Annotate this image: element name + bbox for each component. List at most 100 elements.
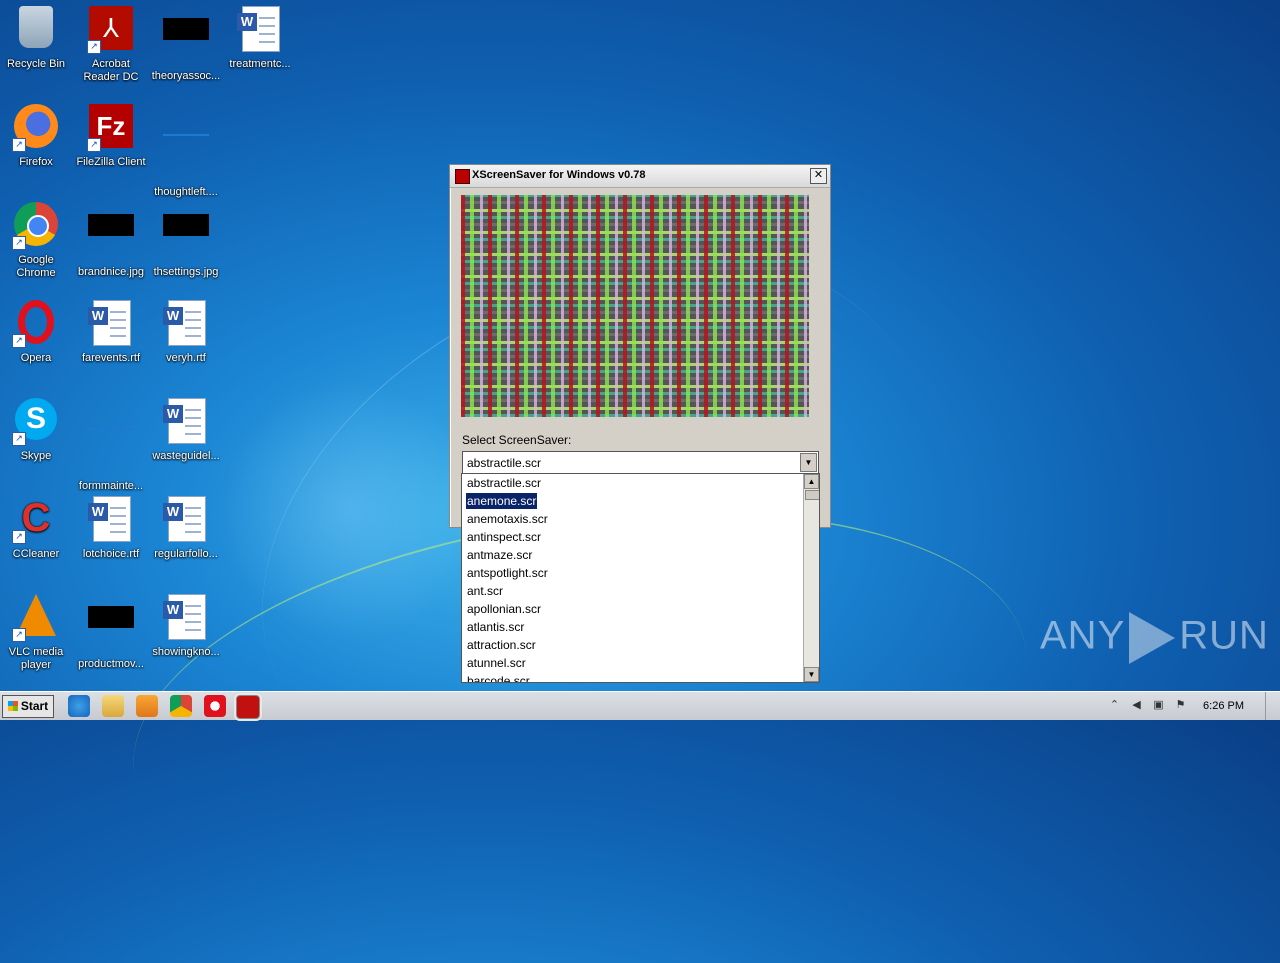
desktop-icon-firefox[interactable]: ↗ Firefox xyxy=(0,104,72,169)
desktop-icon-label: Firefox xyxy=(19,156,53,168)
desktop-icon-veryh[interactable]: W veryh.rtf xyxy=(150,300,222,365)
chevron-down-icon[interactable]: ▼ xyxy=(800,453,817,472)
desktop-icon-treatmentc[interactable]: W treatmentc... xyxy=(224,6,296,71)
desktop-icon-lotchoice[interactable]: W lotchoice.rtf xyxy=(75,496,147,561)
desktop-icon-label: Recycle Bin xyxy=(6,58,66,70)
desktop-icon-label: formmainte... xyxy=(78,480,144,492)
desktop-icon-recycle-bin[interactable]: Recycle Bin xyxy=(0,6,72,71)
desktop-icon-acrobat[interactable]: ⅄ ↗ Acrobat Reader DC xyxy=(75,6,147,84)
desktop-icon-formmainte[interactable]: formmainte... xyxy=(75,398,147,493)
desktop-icon-filezilla[interactable]: Fz ↗ FileZilla Client xyxy=(75,104,147,169)
desktop-icon-wasteguidel[interactable]: W wasteguidel... xyxy=(150,398,222,463)
app-icon xyxy=(455,169,470,184)
list-item[interactable]: antinspect.scr xyxy=(462,528,819,546)
desktop-icon-label: FileZilla Client xyxy=(76,156,146,168)
skype-icon: S ↗ xyxy=(12,398,60,446)
desktop-icon-label: lotchoice.rtf xyxy=(82,548,140,560)
list-item[interactable]: antmaze.scr xyxy=(462,546,819,564)
play-logo-icon xyxy=(1129,612,1176,664)
desktop-icon-label: farevents.rtf xyxy=(81,352,141,364)
close-button[interactable]: ✕ xyxy=(810,168,827,184)
action-center-flag-icon[interactable]: ⚑ xyxy=(1174,699,1187,712)
desktop-icon-brandnice[interactable]: brandnice.jpg xyxy=(75,202,147,279)
file-explorer-icon[interactable] xyxy=(102,695,124,717)
desktop-icon-theoryassoc[interactable]: theoryassoc... xyxy=(150,6,222,83)
windows-logo-icon xyxy=(7,701,18,711)
desktop-icon-label: veryh.rtf xyxy=(166,352,206,364)
clock[interactable]: 6:26 PM xyxy=(1203,700,1244,712)
word-document-icon: W xyxy=(162,398,210,446)
list-item[interactable]: anemotaxis.scr xyxy=(462,510,819,528)
desktop-icon-ccleaner[interactable]: C ↗ CCleaner xyxy=(0,496,72,561)
desktop-icon-thoughtleft[interactable]: thoughtleft.... xyxy=(150,104,222,199)
desktop-icon-farevents[interactable]: W farevents.rtf xyxy=(75,300,147,365)
volume-icon[interactable]: ◀ xyxy=(1130,699,1143,712)
select-screensaver-label: Select ScreenSaver: xyxy=(462,433,572,447)
anyrun-watermark: ANY RUN xyxy=(1040,612,1269,664)
desktop-icon-skype[interactable]: S ↗ Skype xyxy=(0,398,72,463)
desktop-icon-vlc[interactable]: ↗ VLC media player xyxy=(0,594,72,672)
desktop-icon-label: productmov... xyxy=(78,658,144,670)
xscreensaver-taskbar-icon[interactable] xyxy=(236,695,260,719)
list-item[interactable]: atunnel.scr xyxy=(462,654,819,672)
list-item[interactable]: apollonian.scr xyxy=(462,600,819,618)
desktop-icon-opera[interactable]: ↗ Opera xyxy=(0,300,72,365)
list-item-highlighted[interactable]: anemone.scr xyxy=(462,492,819,510)
list-item[interactable]: atlantis.scr xyxy=(462,618,819,636)
word-document-icon: W xyxy=(162,496,210,544)
image-thumbnail-icon xyxy=(87,214,135,262)
title-bar[interactable]: XScreenSaver for Windows v0.78 ✕ xyxy=(450,165,830,188)
desktop-icon-label: Skype xyxy=(20,450,52,462)
filezilla-icon: Fz ↗ xyxy=(87,104,135,152)
internet-explorer-icon[interactable] xyxy=(68,695,90,717)
vertical-scrollbar[interactable]: ▲ ▼ xyxy=(803,474,819,682)
screensaver-select-value: abstractile.scr xyxy=(467,456,542,470)
network-icon[interactable]: ▣ xyxy=(1152,699,1165,712)
desktop-icon-productmov[interactable]: productmov... xyxy=(75,594,147,671)
image-thumbnail-icon xyxy=(162,214,210,262)
wallpaper-glow xyxy=(220,380,480,640)
word-document-icon: W xyxy=(87,496,135,544)
window-title: XScreenSaver for Windows v0.78 xyxy=(472,169,646,181)
desktop-icon-label: brandnice.jpg xyxy=(77,266,145,278)
file-icon xyxy=(162,134,210,182)
screensaver-preview xyxy=(461,195,809,417)
firefox-icon: ↗ xyxy=(12,104,60,152)
list-item[interactable]: abstractile.scr xyxy=(462,474,819,492)
desktop-icon-label: VLC media player xyxy=(8,646,64,671)
word-document-icon: W xyxy=(236,6,284,54)
desktop-icon-regularfollo[interactable]: W regularfollo... xyxy=(150,496,222,561)
media-player-icon[interactable] xyxy=(136,695,158,717)
show-desktop-button[interactable] xyxy=(1265,692,1280,720)
screensaver-select[interactable]: abstractile.scr ▼ xyxy=(462,451,819,474)
vlc-icon: ↗ xyxy=(12,594,60,642)
screensaver-dropdown-list[interactable]: abstractile.scr anemone.scr anemotaxis.s… xyxy=(461,473,820,683)
image-thumbnail-icon xyxy=(87,606,135,654)
list-item[interactable]: antspotlight.scr xyxy=(462,564,819,582)
list-item[interactable]: barcode.scr xyxy=(462,672,819,682)
scroll-down-button[interactable]: ▼ xyxy=(804,667,819,682)
list-item[interactable]: ant.scr xyxy=(462,582,819,600)
word-document-icon: W xyxy=(87,300,135,348)
desktop-icon-label: CCleaner xyxy=(12,548,60,560)
desktop-icon-label: treatmentc... xyxy=(229,58,291,70)
desktop-icon-label: showingkno... xyxy=(152,646,220,658)
start-button[interactable]: Start xyxy=(2,695,54,718)
desktop-icon-showingkno[interactable]: W showingkno... xyxy=(150,594,222,659)
opera-taskbar-icon[interactable] xyxy=(204,695,226,717)
acrobat-icon: ⅄ ↗ xyxy=(87,6,135,54)
system-tray: ⌃ ◀ ▣ ⚑ 6:26 PM xyxy=(1104,692,1280,720)
word-document-icon: W xyxy=(162,594,210,642)
list-item[interactable]: attraction.scr xyxy=(462,636,819,654)
word-document-icon: W xyxy=(162,300,210,348)
image-thumbnail-icon xyxy=(162,18,210,66)
opera-icon: ↗ xyxy=(12,300,60,348)
desktop-icon-thsettings[interactable]: thsettings.jpg xyxy=(150,202,222,279)
desktop-icon-chrome[interactable]: ↗ Google Chrome xyxy=(0,202,72,280)
scroll-thumb[interactable] xyxy=(805,490,819,500)
chrome-icon: ↗ xyxy=(12,202,60,250)
chrome-taskbar-icon[interactable] xyxy=(170,695,192,717)
show-hidden-icons-icon[interactable]: ⌃ xyxy=(1108,699,1121,712)
scroll-up-button[interactable]: ▲ xyxy=(804,474,819,489)
file-icon xyxy=(87,428,135,476)
